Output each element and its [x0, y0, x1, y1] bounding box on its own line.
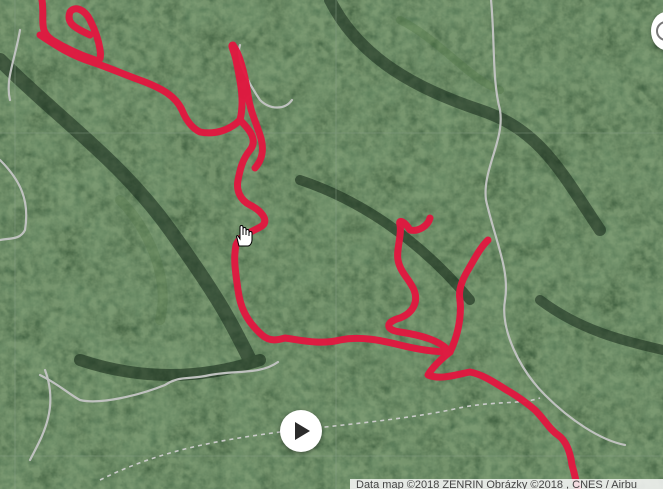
- map-attribution: Data map ©2018 ZENRIN Obrázky ©2018 , CN…: [350, 479, 663, 489]
- map-viewport[interactable]: Data map ©2018 ZENRIN Obrázky ©2018 , CN…: [0, 0, 663, 489]
- terrain-texture: [0, 0, 663, 489]
- map-side-control[interactable]: [651, 12, 663, 50]
- play-button[interactable]: [280, 410, 322, 452]
- hand-pointer-icon: [232, 224, 254, 253]
- satellite-map[interactable]: [0, 0, 663, 489]
- map-control-icon: [656, 21, 663, 41]
- play-icon: [281, 411, 321, 451]
